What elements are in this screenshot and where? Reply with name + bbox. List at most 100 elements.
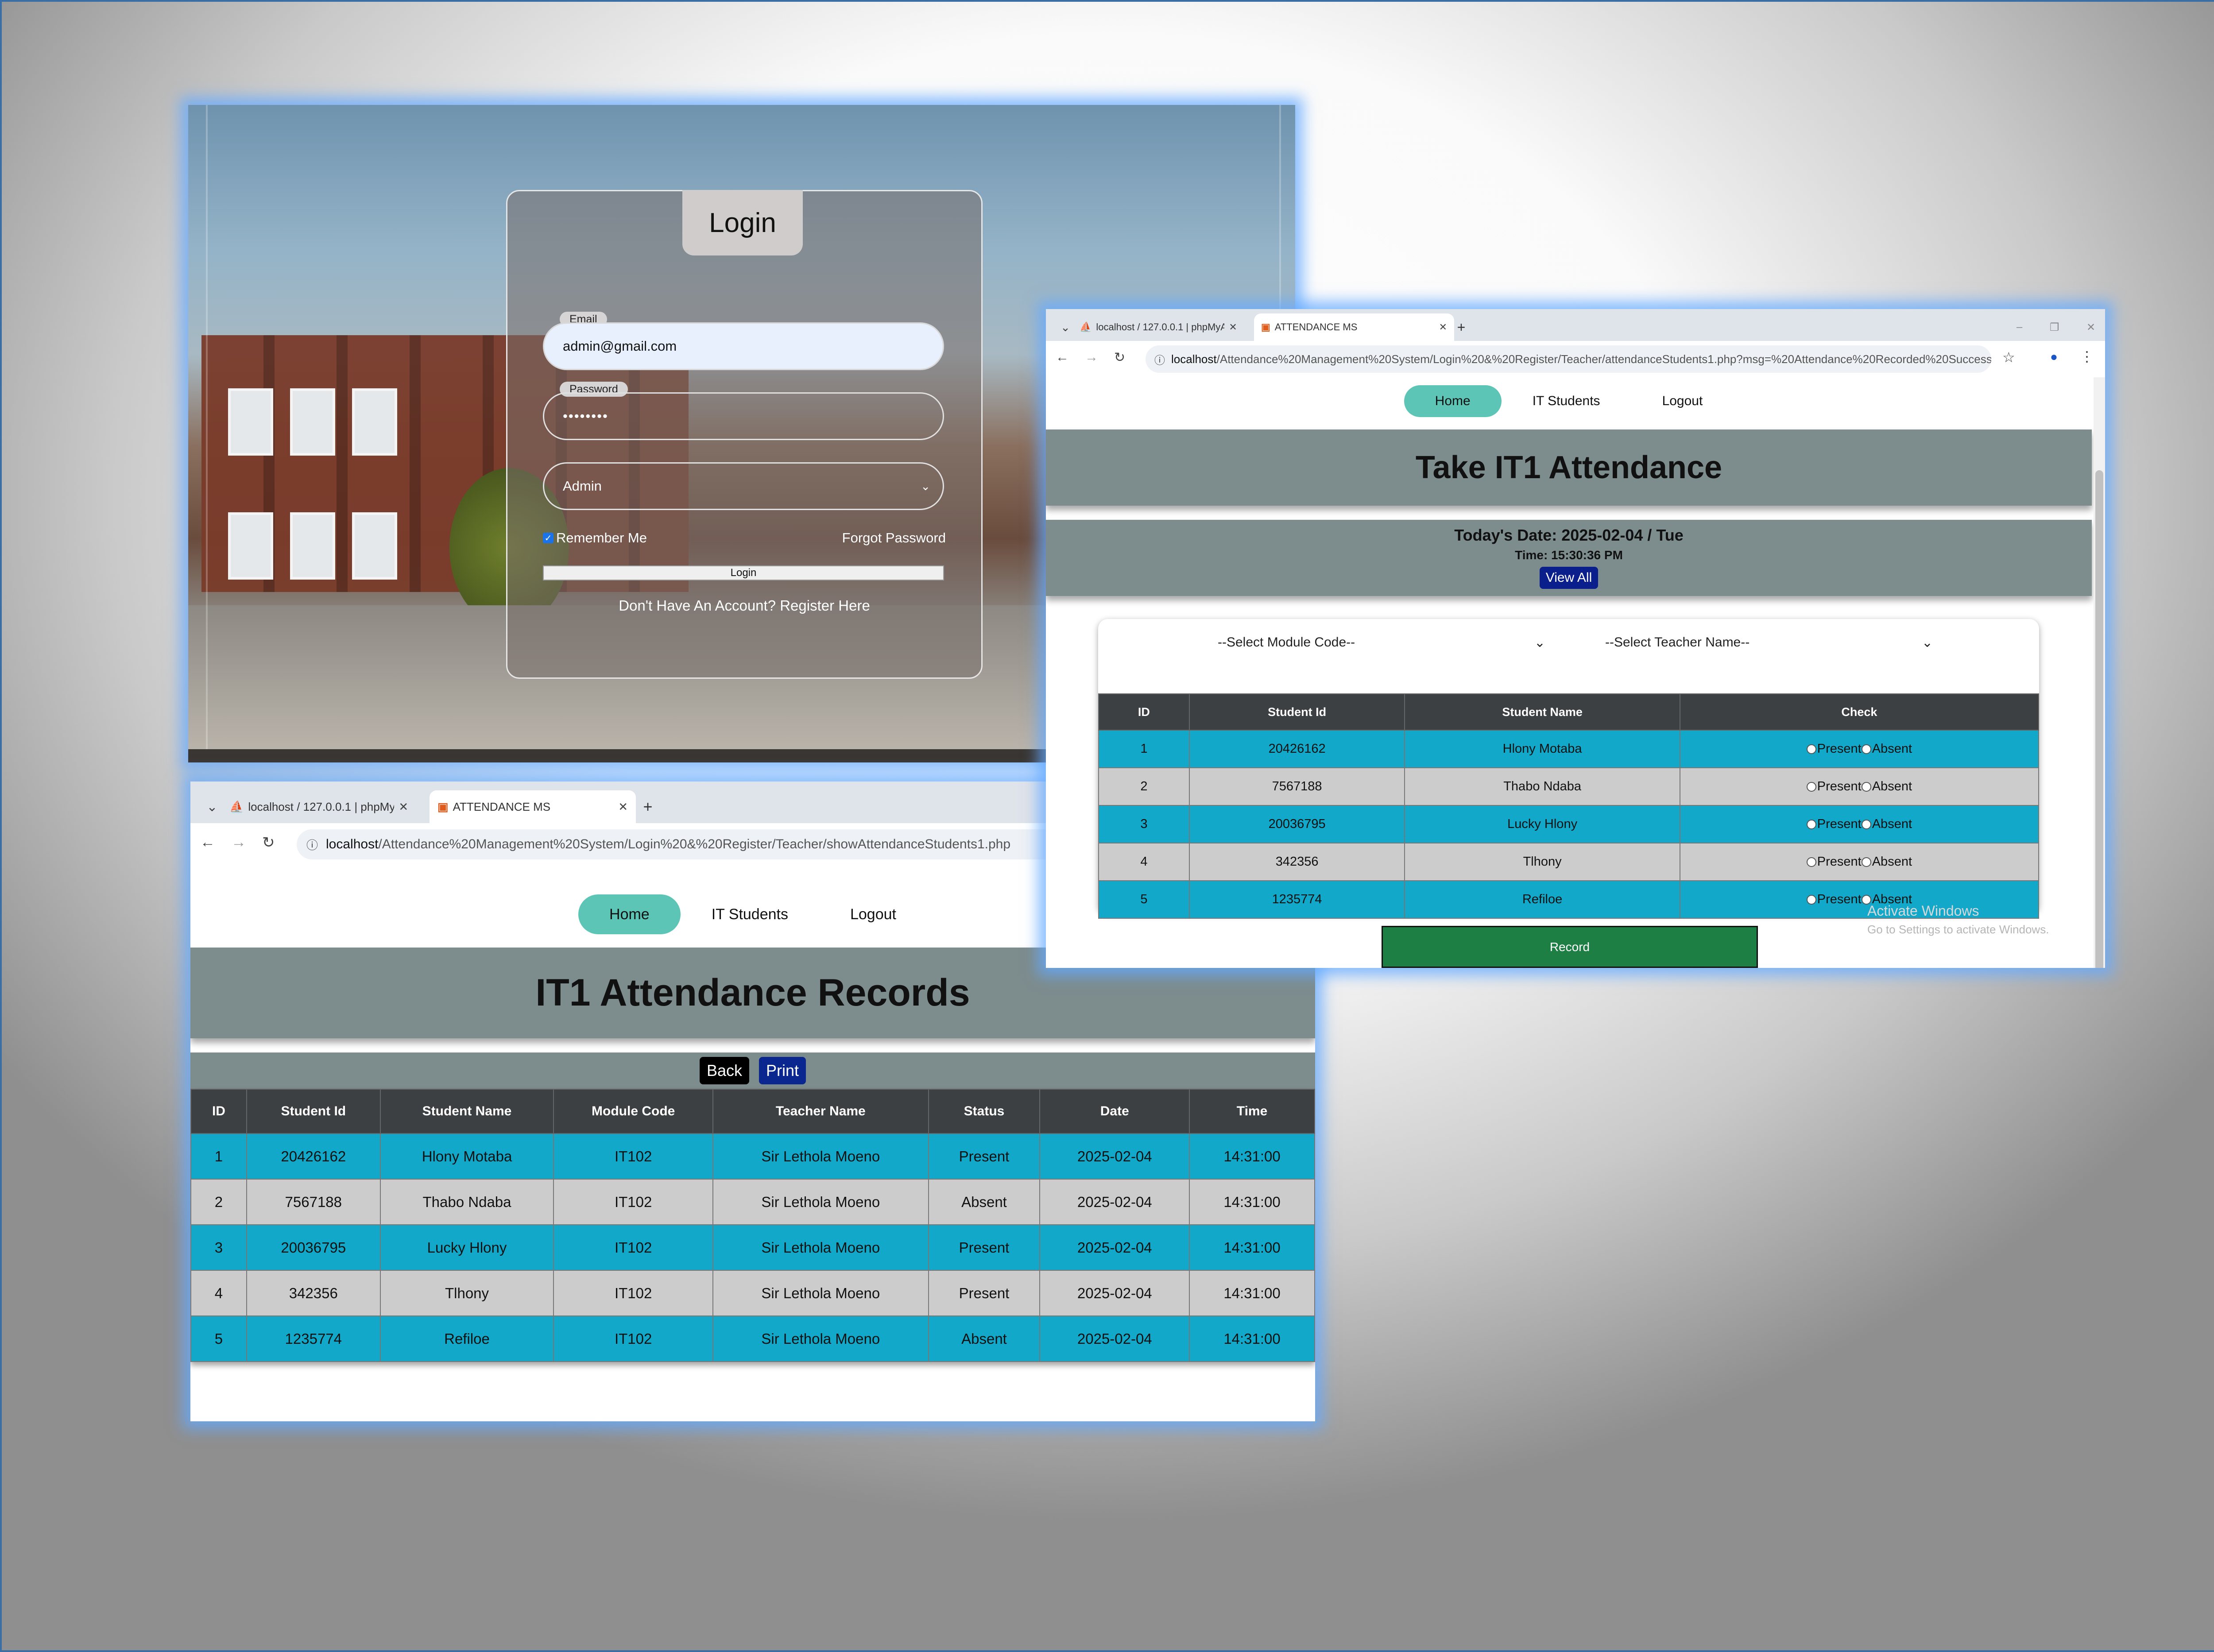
cell-teacher-name: Sir Lethola Moeno (712, 1133, 929, 1180)
new-tab-button[interactable]: + (629, 790, 667, 823)
cell-time: 14:31:00 (1189, 1179, 1315, 1225)
cell-student-id: 7567188 (1188, 767, 1405, 806)
scrollbar-thumb[interactable] (2095, 470, 2103, 968)
star-icon[interactable]: ☆ (2002, 349, 2015, 366)
present-radio[interactable] (1806, 744, 1816, 754)
present-label: Present (1817, 892, 1862, 906)
close-icon[interactable]: ✕ (618, 800, 628, 814)
remember-me-checkbox[interactable]: ✓ Remember Me (543, 530, 647, 546)
table-row: 5 1235774 Refiloe IT102 Sir Lethola Moen… (190, 1315, 1315, 1362)
absent-radio[interactable] (1861, 820, 1871, 830)
cell-check: Present Absent (1679, 767, 2040, 806)
table-row: 3 20036795 Lucky Hlony Present Absent (1098, 805, 2040, 843)
take-attendance-browser-window: ⌄ ⛵ localhost / 127.0.0.1 | phpMyAdmin ✕… (1046, 309, 2105, 968)
tab-phpmyadmin[interactable]: ⛵ localhost / 127.0.0.1 | phpMyAdmin ✕ (221, 790, 437, 823)
time-text: Time: 15:30:36 PM (1515, 548, 1623, 562)
cell-id: 3 (1098, 805, 1190, 843)
back-arrow-icon[interactable]: ← (1056, 350, 1069, 365)
tab-label: localhost / 127.0.0.1 | phpMyAdmin (1096, 321, 1225, 333)
forgot-password-link[interactable]: Forgot Password (842, 530, 946, 546)
cell-time: 14:31:00 (1189, 1315, 1315, 1362)
new-tab-button[interactable]: + (1444, 313, 1478, 341)
present-radio[interactable] (1806, 820, 1816, 830)
login-button[interactable]: Login (543, 565, 944, 580)
chevron-down-icon: ⌄ (1534, 635, 1545, 650)
nav-logout[interactable]: Logout (1631, 385, 1734, 417)
cell-date: 2025-02-04 (1039, 1315, 1190, 1362)
present-label: Present (1817, 817, 1862, 831)
cell-id: 4 (1098, 843, 1190, 881)
module-code-select[interactable]: --Select Module Code-- ⌄ (1218, 630, 1545, 655)
attendance-records-table: ID Student Id Student Name Module Code T… (190, 1089, 1315, 1362)
scrollbar[interactable] (2094, 377, 2105, 968)
teacher-name-select[interactable]: --Select Teacher Name-- ⌄ (1605, 630, 1933, 655)
top-nav: Home IT Students Logout (1046, 385, 2092, 417)
cell-student-name: Thabo Ndaba (1404, 767, 1680, 806)
close-icon[interactable]: ✕ (1229, 321, 1237, 333)
chevron-down-icon: ⌄ (921, 479, 930, 493)
present-radio[interactable] (1806, 895, 1816, 905)
cell-student-name: Thabo Ndaba (379, 1179, 554, 1225)
print-button[interactable]: Print (759, 1057, 806, 1084)
role-select[interactable]: Admin ⌄ (543, 462, 944, 510)
url-host: localhost (326, 837, 379, 851)
tab-phpmyadmin[interactable]: ⛵ localhost / 127.0.0.1 | phpMyAdmin ✕ (1072, 313, 1264, 341)
page-title: Take IT1 Attendance (1046, 429, 2092, 506)
column-header: ID (1098, 693, 1190, 731)
tab-bar: ⌄ ⛵ localhost / 127.0.0.1 | phpMyAdmin ✕… (1046, 309, 2105, 341)
cell-student-name: Lucky Hlony (1404, 805, 1680, 843)
cell-check: Present Absent (1679, 843, 2040, 881)
record-button[interactable]: Record (1382, 926, 1758, 968)
close-icon[interactable]: ✕ (399, 800, 408, 814)
url-field[interactable]: ⓘ localhost/Attendance%20Management%20Sy… (1146, 345, 1991, 373)
cell-student-id: 342356 (246, 1270, 381, 1316)
close-window-icon[interactable]: ✕ (2086, 321, 2095, 334)
nav-it-students[interactable]: IT Students (1502, 385, 1631, 417)
cell-module-code: IT102 (553, 1315, 714, 1362)
action-bar: Back Print (190, 1052, 1315, 1089)
absent-radio[interactable] (1861, 744, 1871, 754)
cell-id: 3 (190, 1224, 247, 1271)
present-radio[interactable] (1806, 857, 1816, 867)
cell-time: 14:31:00 (1189, 1270, 1315, 1316)
cell-teacher-name: Sir Lethola Moeno (712, 1270, 929, 1316)
tab-attendance-ms[interactable]: ▣ ATTENDANCE MS ✕ (1254, 313, 1454, 341)
login-title: Login (682, 190, 803, 255)
tab-label: localhost / 127.0.0.1 | phpMyAdmin (248, 800, 395, 813)
nav-it-students[interactable]: IT Students (681, 894, 819, 934)
absent-radio[interactable] (1861, 782, 1871, 792)
cell-teacher-name: Sir Lethola Moeno (712, 1315, 929, 1362)
view-all-button[interactable]: View All (1539, 567, 1599, 589)
reload-icon[interactable]: ↻ (1114, 350, 1125, 365)
menu-dots-icon[interactable]: ⋮ (2080, 348, 2094, 365)
url-path: /Attendance%20Management%20System/Login%… (1216, 352, 1991, 366)
absent-radio[interactable] (1861, 857, 1871, 867)
cell-date: 2025-02-04 (1039, 1133, 1190, 1180)
cell-student-id: 20036795 (1188, 805, 1405, 843)
nav-home[interactable]: Home (1404, 385, 1502, 417)
forward-arrow-icon[interactable]: → (231, 834, 246, 851)
email-field[interactable]: admin@gmail.com (543, 322, 944, 370)
url-host: localhost (1171, 352, 1217, 366)
minimize-icon[interactable]: – (2017, 321, 2022, 333)
back-arrow-icon[interactable]: ← (200, 834, 215, 851)
cell-teacher-name: Sir Lethola Moeno (712, 1224, 929, 1271)
back-button[interactable]: Back (699, 1057, 749, 1084)
present-radio[interactable] (1806, 782, 1816, 792)
register-link[interactable]: Don't Have An Account? Register Here (507, 597, 981, 614)
forward-arrow-icon[interactable]: → (1085, 350, 1098, 365)
cell-id: 2 (190, 1179, 247, 1225)
password-field[interactable]: •••••••• (543, 392, 944, 440)
tab-attendance-ms[interactable]: ▣ ATTENDANCE MS ✕ (430, 790, 636, 823)
restore-icon[interactable]: ❐ (2050, 321, 2059, 334)
cell-id: 1 (1098, 730, 1190, 768)
profile-icon[interactable]: ● (2050, 350, 2058, 364)
address-bar: ← → ↻ ⓘ localhost/Attendance%20Managemen… (1046, 341, 2105, 377)
reload-icon[interactable]: ↻ (262, 834, 275, 851)
nav-logout[interactable]: Logout (819, 894, 927, 934)
nav-home[interactable]: Home (578, 894, 681, 934)
table-row: 2 7567188 Thabo Ndaba IT102 Sir Lethola … (190, 1179, 1315, 1225)
remember-me-label: Remember Me (556, 530, 647, 546)
url-path: /Attendance%20Management%20System/Login%… (378, 837, 1011, 851)
cell-student-id: 20426162 (1188, 730, 1405, 768)
